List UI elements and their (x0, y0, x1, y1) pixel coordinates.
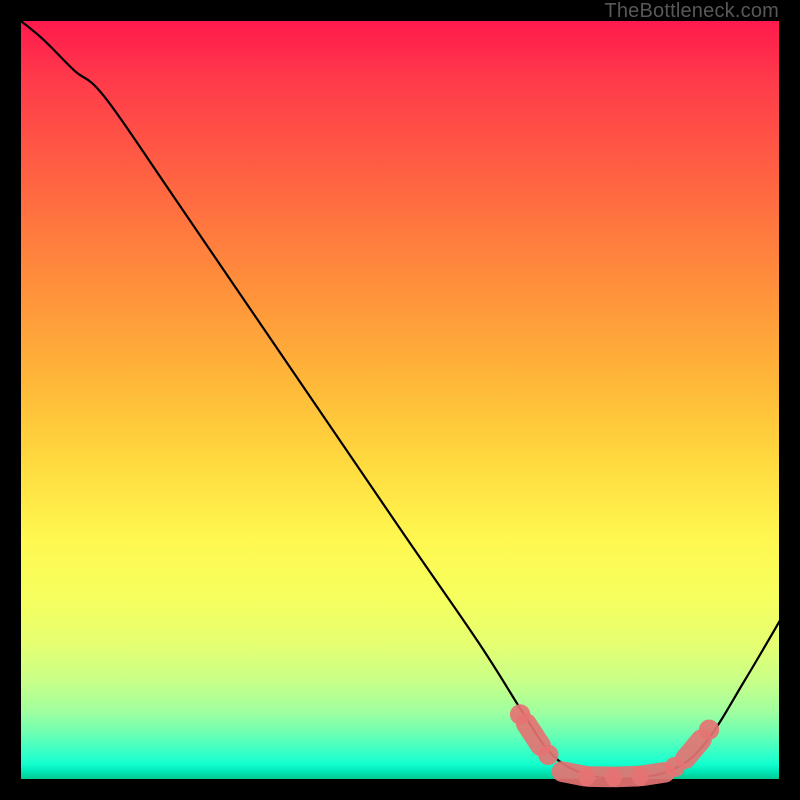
bottleneck-curve-svg (21, 21, 783, 783)
marker-pill (526, 724, 540, 746)
marker-pill (685, 740, 701, 759)
marker-pill (642, 772, 665, 775)
plot-area (19, 19, 781, 781)
chart-container: TheBottleneck.com (0, 0, 800, 800)
curve-markers (510, 704, 719, 777)
marker-dot (699, 719, 719, 739)
marker-dot (538, 745, 558, 765)
bottleneck-curve (21, 21, 783, 779)
